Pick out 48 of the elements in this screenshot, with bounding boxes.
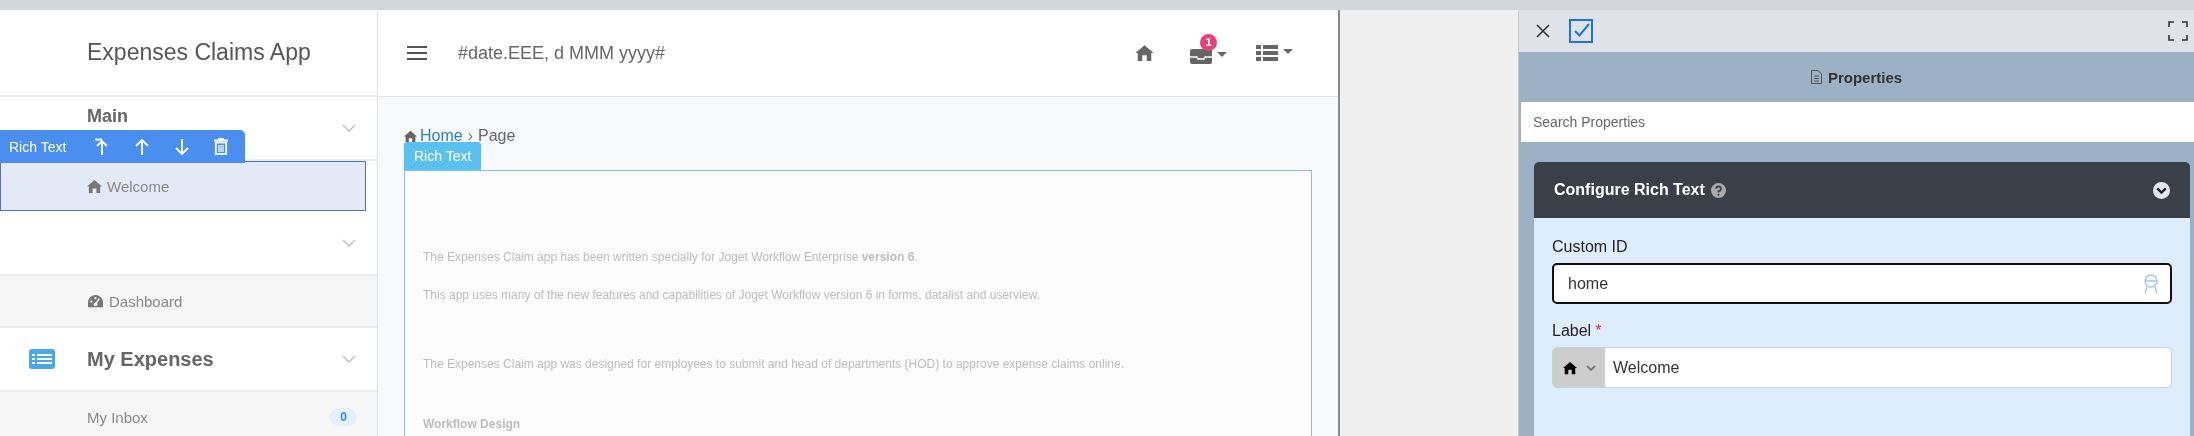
section-title[interactable]: Main <box>87 106 128 127</box>
trash-icon[interactable] <box>214 138 229 155</box>
home-icon[interactable] <box>1135 44 1154 62</box>
menu-item[interactable]: Welcome <box>0 161 366 211</box>
text-input[interactable]: Welcome <box>1605 358 2171 377</box>
required-mark: * <box>1595 322 1602 339</box>
section-title: Configure Rich Text <box>1554 181 1705 199</box>
home-icon <box>87 178 102 194</box>
gauge-icon <box>87 293 104 309</box>
checkbox-icon[interactable] <box>1569 19 1593 43</box>
arrow-up-icon[interactable] <box>134 137 151 156</box>
menu-icon[interactable] <box>407 45 427 61</box>
input-group[interactable]: Welcome <box>1552 347 2172 388</box>
panel-title: Properties <box>1827 68 1903 86</box>
list-icon <box>28 349 55 369</box>
breadcrumb-link[interactable]: Home <box>420 127 463 145</box>
home-icon <box>1563 360 1577 375</box>
chevron-down-icon <box>1586 364 1596 371</box>
input-group[interactable]: home <box>1552 263 2172 304</box>
breadcrumb-current: Page <box>478 127 516 145</box>
field-label: Label <box>1552 322 1592 339</box>
date-text: #date.EEE, d MMM yyyy# <box>458 42 666 64</box>
help-icon <box>1710 182 1726 198</box>
paragraph: This app uses many of the new features and capabilities of Joget Workflow version 6 in forms, datalist and userview. <box>423 288 1041 302</box>
menu-item[interactable]: My Inbox 0 <box>0 392 377 436</box>
element-tag: Rich Text <box>404 142 482 170</box>
toolbar-label: Rich Text <box>9 138 67 155</box>
paragraph: The Expenses Claim app was designed for employees to submit and head of departments (HOD) to approve expense claims online. <box>423 357 1126 371</box>
icon-picker[interactable] <box>1553 348 1605 387</box>
search-field[interactable]: Search Properties <box>1521 102 2194 142</box>
close-icon[interactable] <box>1535 23 1551 39</box>
text-input[interactable]: home <box>1554 274 2142 293</box>
count-badge: 0 <box>330 408 357 426</box>
app-title: Expenses Claims App <box>87 39 311 66</box>
breadcrumb-separator: › <box>467 127 473 145</box>
list-menu-icon[interactable] <box>1256 44 1296 62</box>
section-title[interactable]: My Expenses <box>87 347 214 371</box>
arrow-down-icon[interactable] <box>174 137 191 156</box>
section-header[interactable]: Configure Rich Text <box>1534 162 2190 218</box>
notification-badge: 1 <box>1200 34 1217 51</box>
chevron-down-icon <box>2153 181 2170 199</box>
section-heading: Workflow Design <box>423 417 522 431</box>
menu-item[interactable]: Dashboard <box>0 276 377 328</box>
document-icon <box>1810 70 1822 84</box>
field-label: Custom ID <box>1552 238 1628 255</box>
home-icon <box>404 129 417 143</box>
paragraph: The Expenses Claim app has been written specially for Joget Workflow Enterprise version 6. <box>423 250 919 264</box>
fullscreen-icon[interactable] <box>2168 21 2188 41</box>
